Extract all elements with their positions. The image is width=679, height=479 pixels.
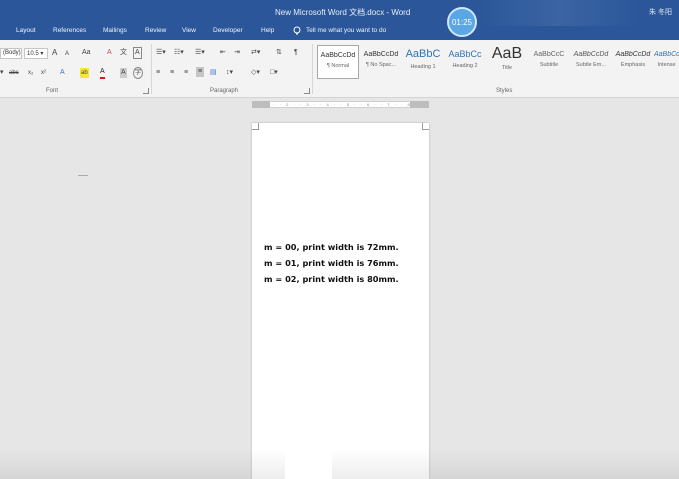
ruler-right-margin <box>410 101 429 108</box>
style-name: Subtitle <box>539 62 559 68</box>
tab-layout[interactable]: Layout <box>16 27 36 34</box>
decrease-indent-button[interactable]: ⇤ <box>220 48 226 58</box>
document-line[interactable]: m = 00, print width is 72mm. <box>264 242 424 252</box>
text-effects-button[interactable]: A <box>60 68 65 78</box>
page-corner-mark <box>422 123 429 130</box>
style-heading-2[interactable]: AaBbCc Heading 2 <box>444 45 486 79</box>
group-separator <box>312 44 313 94</box>
style-name: Emphasis <box>620 62 646 68</box>
style-normal[interactable]: AaBbCcDd ¶ Normal <box>317 45 359 79</box>
tab-references[interactable]: References <box>53 27 86 34</box>
bottom-shadow <box>0 449 679 479</box>
tab-review[interactable]: Review <box>145 27 166 34</box>
style-name: ¶ Normal <box>326 63 350 69</box>
styles-group-label: Styles <box>496 88 513 94</box>
bullets-button[interactable]: ☰▾ <box>156 48 166 58</box>
grow-font-button[interactable]: A <box>52 48 57 58</box>
style-subtitle[interactable]: AaBbCcC Subtitle <box>528 45 570 79</box>
document-line[interactable]: m = 02, print width is 80mm. <box>264 274 424 284</box>
shrink-font-button[interactable]: A <box>65 49 69 59</box>
style-emphasis[interactable]: AaBbCcDd Emphasis <box>612 45 654 79</box>
tab-view[interactable]: View <box>182 27 196 34</box>
margin-mark <box>78 175 88 176</box>
change-case-button[interactable]: Aa <box>82 48 91 58</box>
character-border-button[interactable]: A <box>133 47 142 59</box>
increase-indent-button[interactable]: ⇥ <box>234 48 240 58</box>
enclose-characters-button[interactable]: 字 <box>133 67 144 79</box>
style-preview: AaBbCc <box>448 49 482 59</box>
style-preview: AaBbCcDd <box>363 51 399 58</box>
align-left-button[interactable]: ≡ <box>156 68 160 78</box>
title-bar-decoration <box>479 0 639 26</box>
page-corner-mark <box>252 123 259 130</box>
style-title[interactable]: AaB Title <box>486 45 528 79</box>
paragraph-group-label: Paragraph <box>210 88 239 94</box>
title-bar: New Microsoft Word 文档.docx - Word 朱 冬阳 0… <box>0 0 679 40</box>
underline-button[interactable]: ▾ <box>0 68 4 78</box>
chinese-layout-button[interactable]: ⇄▾ <box>251 48 260 58</box>
style-name: Subtle Em... <box>576 62 606 68</box>
font-dialog-launcher[interactable] <box>143 88 149 94</box>
lightbulb-icon <box>293 26 301 35</box>
font-name-combo[interactable]: (Body) <box>0 48 22 59</box>
style-name: Heading 1 <box>410 64 436 70</box>
tab-developer[interactable]: Developer <box>213 27 243 34</box>
style-preview: AaBbCcDd <box>320 52 356 59</box>
horizontal-ruler[interactable]: · · 1 · · 2 · · 3 · · 4 · · 5 · · 6 · · … <box>252 101 429 108</box>
ruler-left-margin <box>252 101 270 108</box>
justify-button[interactable]: ≡ <box>196 67 205 77</box>
line-spacing-button[interactable]: ↕▾ <box>226 68 233 78</box>
style-preview: AaBbCcDd <box>573 51 609 58</box>
tab-help[interactable]: Help <box>261 27 274 34</box>
font-name-value: (Body) <box>3 50 21 56</box>
clear-formatting-button[interactable]: A <box>107 48 112 58</box>
style-preview: AaBbCcC <box>533 51 565 58</box>
document-page[interactable]: m = 00, print width is 72mm. m = 01, pri… <box>252 123 429 479</box>
highlight-button[interactable]: ab <box>80 68 89 78</box>
word-window: New Microsoft Word 文档.docx - Word 朱 冬阳 0… <box>0 0 679 479</box>
style-name: ¶ No Spac... <box>365 62 397 68</box>
font-size-combo[interactable]: 10.5 ▾ <box>24 48 48 59</box>
style-preview: AaBbCcDd <box>615 51 651 58</box>
ribbon: (Body) 10.5 ▾ A A Aa A 文 A ▾ abc x₂ x² A… <box>0 40 679 98</box>
overlay-block <box>285 426 332 479</box>
font-group-label: Font <box>46 88 59 94</box>
subscript-button[interactable]: x₂ <box>28 68 33 78</box>
superscript-button[interactable]: x² <box>41 68 46 78</box>
tell-me-box[interactable]: Tell me what you want to do <box>306 27 386 34</box>
style-intense[interactable]: AaBbCcDd Intense <box>654 45 679 79</box>
distributed-button[interactable]: ▤ <box>210 68 217 78</box>
align-right-button[interactable]: ≡ <box>184 68 188 78</box>
document-line[interactable]: m = 01, print width is 76mm. <box>264 258 424 268</box>
style-name: Title <box>501 65 513 71</box>
numbering-button[interactable]: ☷▾ <box>174 48 184 58</box>
character-shading-button[interactable]: A <box>120 68 127 78</box>
phonetic-guide-button[interactable]: 文 <box>120 48 127 58</box>
style-subtle-emphasis[interactable]: AaBbCcDd Subtle Em... <box>570 45 612 79</box>
borders-button[interactable]: □▾ <box>270 68 278 78</box>
style-preview: AaBbC <box>405 48 441 60</box>
align-center-button[interactable]: ≡ <box>170 68 174 78</box>
style-heading-1[interactable]: AaBbC Heading 1 <box>402 45 444 79</box>
style-name: Intense <box>657 62 676 68</box>
group-separator <box>151 44 152 94</box>
multilevel-list-button[interactable]: ☰▾ <box>195 48 205 58</box>
strikethrough-button[interactable]: abc <box>9 68 19 78</box>
style-preview: AaBbCcDd <box>654 51 679 58</box>
user-name[interactable]: 朱 冬阳 <box>649 7 672 17</box>
style-no-spacing[interactable]: AaBbCcDd ¶ No Spac... <box>360 45 402 79</box>
ribbon-tabs: Layout References Mailings Review View D… <box>0 26 679 40</box>
sort-button[interactable]: ⇅ <box>276 48 282 58</box>
style-preview: AaB <box>491 45 523 62</box>
tab-mailings[interactable]: Mailings <box>103 27 127 34</box>
style-name: Heading 2 <box>452 63 478 69</box>
show-marks-button[interactable]: ¶ <box>294 48 298 58</box>
shading-button[interactable]: ◇▾ <box>251 68 260 78</box>
window-title: New Microsoft Word 文档.docx - Word <box>275 8 411 17</box>
paragraph-dialog-launcher[interactable] <box>304 88 310 94</box>
font-size-value: 10.5 <box>27 51 39 57</box>
font-color-button[interactable]: A <box>100 67 105 79</box>
